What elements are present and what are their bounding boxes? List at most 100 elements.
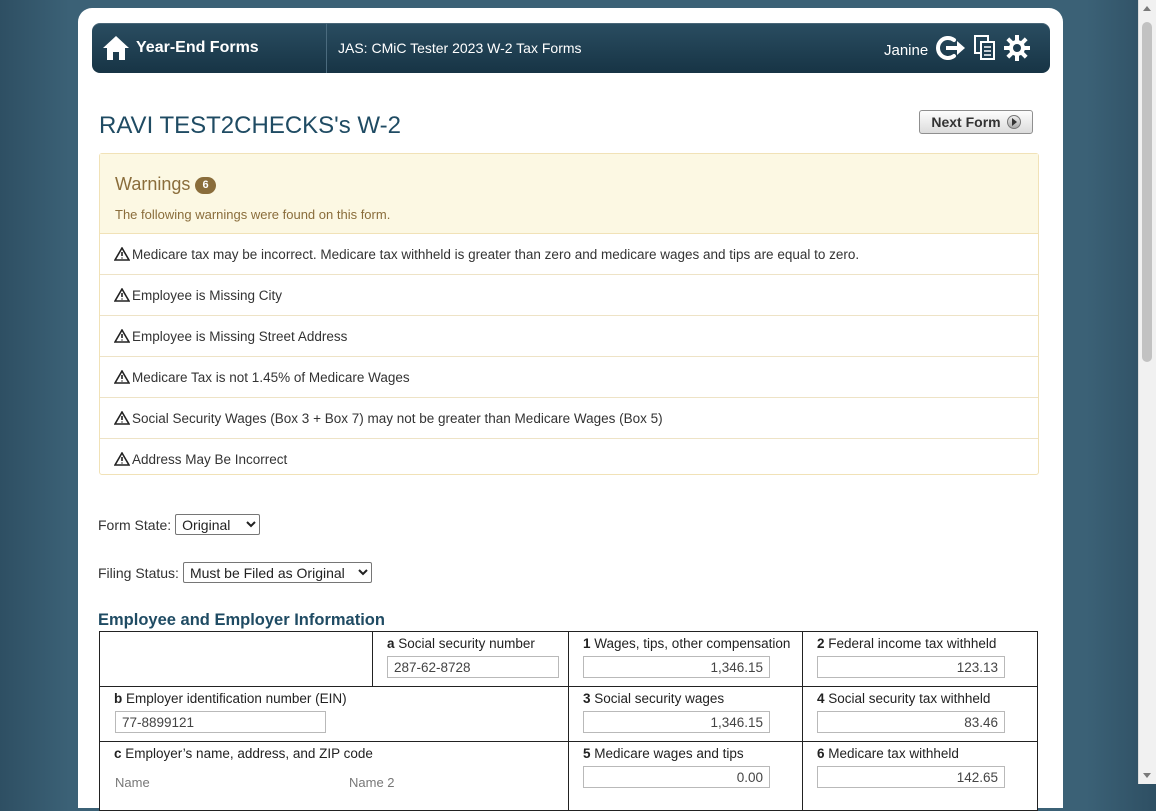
medicare-wages-input[interactable] — [583, 766, 770, 788]
form-state-select[interactable]: Original — [175, 514, 261, 535]
box-2-label: 2 Federal income tax withheld — [817, 636, 996, 651]
w2-box-2: 2 Federal income tax withheld — [802, 631, 1038, 687]
warning-triangle-icon — [114, 247, 130, 261]
box-5-number: 5 — [583, 746, 591, 761]
w2-box-4: 4 Social security tax withheld — [802, 686, 1038, 742]
box-5-label-text: Medicare wages and tips — [594, 746, 744, 761]
filing-status-select[interactable]: Must be Filed as Original — [182, 562, 372, 583]
w2-box-6: 6 Medicare tax withheld — [802, 741, 1038, 811]
ein-input[interactable] — [115, 711, 326, 733]
w2-box-3: 3 Social security wages — [568, 686, 803, 742]
warning-triangle-icon — [114, 452, 130, 466]
warning-triangle-icon — [114, 370, 130, 384]
box-3-label: 3 Social security wages — [583, 691, 724, 706]
play-circle-icon — [1006, 115, 1021, 129]
gear-icon — [1004, 35, 1030, 61]
warning-item: Medicare Tax is not 1.45% of Medicare Wa… — [100, 357, 1038, 398]
box-3-number: 3 — [583, 691, 591, 706]
home-label: Year-End Forms — [136, 39, 259, 56]
logout-button[interactable] — [934, 35, 966, 61]
warnings-count-badge: 6 — [195, 177, 216, 194]
box-c-letter: c — [114, 746, 122, 761]
warning-triangle-icon — [114, 329, 130, 343]
warning-item: Employee is Missing Street Address — [100, 316, 1038, 357]
copy-button[interactable] — [974, 35, 996, 61]
next-form-label: Next Form — [931, 114, 1001, 130]
employer-name2-label: Name 2 — [349, 775, 395, 790]
w2-blank-cell — [99, 631, 373, 687]
w2-box-1: 1 Wages, tips, other compensation — [568, 631, 803, 687]
ss-tax-input[interactable] — [817, 711, 1005, 733]
medicare-tax-input[interactable] — [817, 766, 1005, 788]
box-b-label: b Employer identification number (EIN) — [114, 691, 347, 706]
warning-text: Employee is Missing Street Address — [132, 328, 348, 344]
box-b-label-text: Employer identification number (EIN) — [126, 691, 347, 706]
wages-input[interactable] — [583, 656, 770, 678]
w2-box-a: a Social security number — [372, 631, 569, 687]
box-6-label: 6 Medicare tax withheld — [817, 746, 959, 761]
warning-text: Medicare tax may be incorrect. Medicare … — [132, 246, 860, 262]
top-navigation-bar: Year-End Forms JAS: CMiC Tester 2023 W-2… — [92, 23, 1050, 73]
box-a-letter: a — [387, 636, 395, 651]
filing-status-label: Filing Status: — [98, 564, 179, 581]
warning-item: Social Security Wages (Box 3 + Box 7) ma… — [100, 398, 1038, 439]
ssn-input[interactable] — [387, 656, 559, 678]
box-4-label-text: Social security tax withheld — [828, 691, 991, 706]
box-4-number: 4 — [817, 691, 825, 706]
section-title: Employee and Employer Information — [98, 611, 385, 629]
box-1-label-text: Wages, tips, other compensation — [594, 636, 791, 651]
page-title: RAVI TEST2CHECKS's W-2 — [99, 112, 401, 139]
warning-item: Employee is Missing City — [100, 275, 1038, 316]
warnings-subtitle: The following warnings were found on thi… — [115, 207, 391, 222]
warning-item: Medicare tax may be incorrect. Medicare … — [100, 234, 1038, 275]
form-state-label: Form State: — [98, 516, 172, 533]
warning-triangle-icon — [114, 288, 130, 302]
box-b-letter: b — [114, 691, 123, 706]
warning-text: Medicare Tax is not 1.45% of Medicare Wa… — [132, 369, 410, 385]
w2-box-c: c Employer’s name, address, and ZIP code… — [99, 741, 569, 811]
warning-text: Address May Be Incorrect — [132, 451, 288, 467]
box-a-label: a Social security number — [387, 636, 535, 651]
ss-wages-input[interactable] — [583, 711, 770, 733]
box-5-label: 5 Medicare wages and tips — [583, 746, 744, 761]
box-c-label-text: Employer’s name, address, and ZIP code — [125, 746, 373, 761]
box-2-number: 2 — [817, 636, 825, 651]
federal-tax-input[interactable] — [817, 656, 1005, 678]
scroll-down-arrow-icon[interactable] — [1143, 773, 1151, 778]
form-state-row: Form State: Original — [98, 514, 261, 535]
box-2-label-text: Federal income tax withheld — [828, 636, 997, 651]
box-6-label-text: Medicare tax withheld — [828, 746, 959, 761]
app-title: JAS: CMiC Tester 2023 W-2 Tax Forms — [338, 40, 582, 56]
box-3-label-text: Social security wages — [594, 691, 725, 706]
scroll-thumb[interactable] — [1142, 22, 1152, 362]
box-6-number: 6 — [817, 746, 825, 761]
warnings-panel: Warnings 6 The following warnings were f… — [99, 153, 1039, 475]
header-divider — [326, 23, 327, 73]
home-button[interactable]: Year-End Forms — [102, 34, 259, 62]
employer-name-label: Name — [115, 775, 150, 790]
warning-text: Employee is Missing City — [132, 287, 283, 303]
w2-box-b: b Employer identification number (EIN) — [99, 686, 569, 742]
box-a-label-text: Social security number — [398, 636, 535, 651]
user-name[interactable]: Janine — [884, 42, 928, 59]
scroll-up-arrow-icon[interactable] — [1143, 6, 1151, 11]
warning-item: Address May Be Incorrect — [100, 439, 1038, 479]
vertical-scrollbar[interactable] — [1138, 0, 1156, 784]
box-1-label: 1 Wages, tips, other compensation — [583, 636, 790, 651]
w2-box-5: 5 Medicare wages and tips — [568, 741, 803, 811]
warnings-title: Warnings — [115, 174, 191, 194]
page-container: Year-End Forms JAS: CMiC Tester 2023 W-2… — [78, 8, 1063, 811]
box-4-label: 4 Social security tax withheld — [817, 691, 990, 706]
filing-status-row: Filing Status: Must be Filed as Original — [98, 562, 372, 583]
warning-triangle-icon — [114, 411, 130, 425]
warnings-header: Warnings 6 The following warnings were f… — [100, 154, 1038, 234]
home-icon — [103, 36, 129, 60]
w2-form-grid: a Social security number 1 Wages, tips, … — [99, 631, 1038, 811]
next-form-button[interactable]: Next Form — [919, 110, 1033, 134]
box-1-number: 1 — [583, 636, 591, 651]
box-c-label: c Employer’s name, address, and ZIP code — [114, 746, 373, 761]
copy-icon — [974, 35, 995, 60]
settings-button[interactable] — [1004, 35, 1030, 61]
logout-icon — [936, 36, 965, 60]
warning-text: Social Security Wages (Box 3 + Box 7) ma… — [132, 410, 663, 426]
